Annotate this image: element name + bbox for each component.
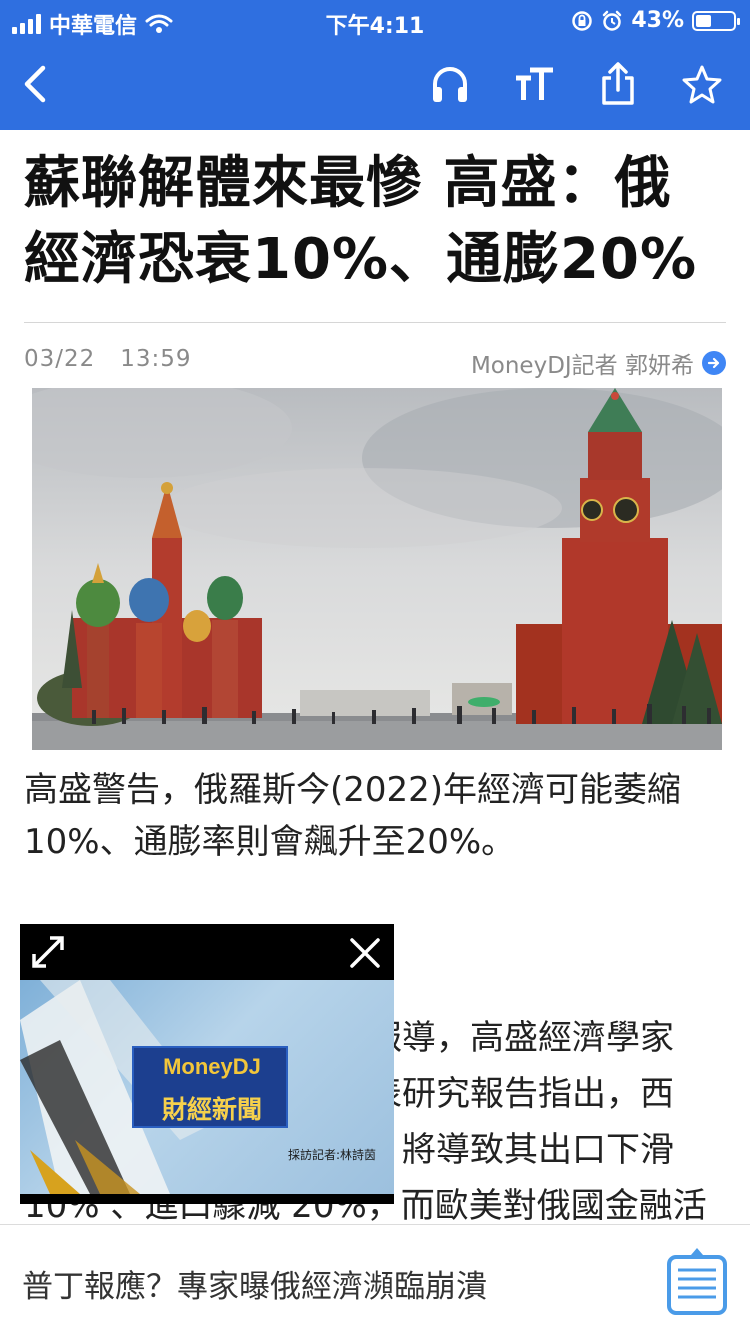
app-screen: 中華電信 下午4:11 43% 蘇聯解體來最慘 高盛：俄經濟恐衰10%、通膨20… (0, 0, 750, 1334)
battery-fill (696, 14, 711, 27)
font-size-button[interactable] (510, 60, 558, 108)
back-chevron-icon (24, 65, 46, 103)
mini-video-player[interactable]: MoneyDJ 財經新聞 採訪記者:林詩茵 (20, 924, 394, 1204)
article-time: 13:59 (120, 346, 192, 372)
status-bar: 中華電信 下午4:11 43% (0, 0, 750, 40)
headline-divider (24, 322, 726, 323)
arrow-right-icon (702, 351, 726, 375)
article-timestamp: 03/22 13:59 (24, 346, 192, 372)
rotation-lock-icon (572, 10, 593, 31)
star-icon (682, 65, 722, 104)
logo-text-bottom: 財經新聞 (161, 1095, 262, 1124)
battery-percent: 43% (631, 8, 684, 33)
article-toolbar (0, 40, 750, 130)
battery-icon (692, 10, 740, 31)
headphones-icon (433, 67, 467, 102)
moneydj-logo: MoneyDJ 財經新聞 (132, 1046, 288, 1128)
related-article-bar[interactable]: 普丁報應？專家曝俄經濟瀕臨崩潰 (0, 1224, 750, 1334)
close-button[interactable] (346, 934, 384, 972)
red-square-illustration (32, 388, 722, 750)
bookmark-button[interactable] (678, 60, 726, 108)
video-controls-bar (20, 924, 394, 980)
reporter-caption: 採訪記者:林詩茵 (287, 1148, 376, 1162)
author-name: MoneyDJ記者 郭妍希 (470, 353, 694, 379)
related-article-title[interactable]: 普丁報應？專家曝俄經濟瀕臨崩潰 (22, 1261, 487, 1306)
article-list-button[interactable] (666, 1245, 728, 1317)
logo-text-top: MoneyDJ (163, 1054, 261, 1079)
share-icon (602, 62, 634, 105)
text-size-icon (516, 67, 553, 100)
article-photo[interactable] (32, 388, 722, 750)
author-link[interactable]: MoneyDJ記者 郭妍希 (471, 346, 726, 380)
alarm-icon (603, 10, 622, 31)
video-frame[interactable]: MoneyDJ 財經新聞 採訪記者:林詩茵 (20, 980, 394, 1194)
top-header: 中華電信 下午4:11 43% (0, 0, 750, 130)
share-button[interactable] (594, 60, 642, 108)
close-icon (350, 938, 380, 968)
article-paragraph-1: 高盛警告，俄羅斯今(2022)年經濟可能萎縮10%、通膨率則會飆升至20%。 (24, 770, 682, 862)
expand-icon (32, 936, 64, 968)
list-icon (667, 1248, 727, 1315)
article-date: 03/22 (24, 346, 96, 372)
expand-button[interactable] (28, 932, 68, 972)
article-headline: 蘇聯解體來最慘 高盛：俄經濟恐衰10%、通膨20% (24, 151, 698, 292)
listen-button[interactable] (426, 60, 474, 108)
status-right: 43% (571, 8, 740, 33)
back-button[interactable] (12, 60, 60, 108)
